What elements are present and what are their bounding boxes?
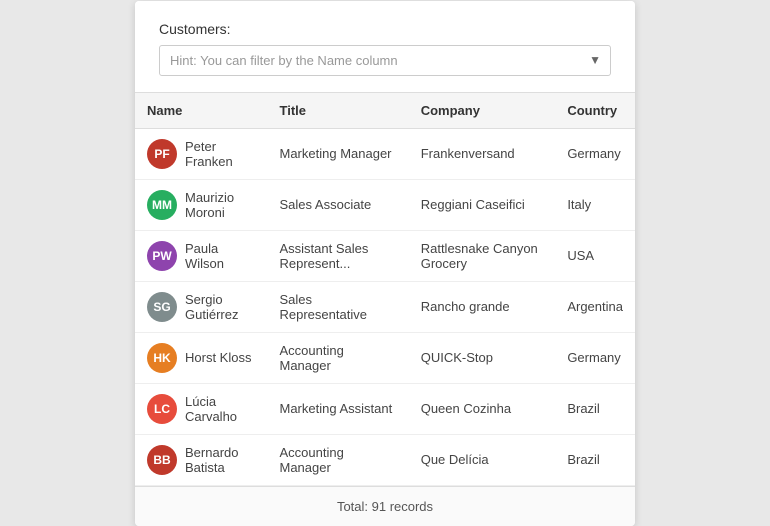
cell-country: Germany [555, 332, 635, 383]
filter-label: Customers: [159, 21, 611, 37]
cell-title: Assistant Sales Represent... [268, 230, 409, 281]
table-row[interactable]: SG Sergio Gutiérrez Sales Representative… [135, 281, 635, 332]
customers-card: Customers: Hint: You can filter by the N… [135, 1, 635, 526]
customer-name: Maurizio Moroni [185, 190, 256, 220]
avatar: HK [147, 343, 177, 373]
filter-section: Customers: Hint: You can filter by the N… [135, 1, 635, 92]
filter-select[interactable]: Hint: You can filter by the Name column [159, 45, 611, 76]
filter-select-wrapper: Hint: You can filter by the Name column … [159, 45, 611, 76]
cell-company: QUICK-Stop [409, 332, 556, 383]
customers-table: Name Title Company Country PF Peter Fran… [135, 92, 635, 486]
cell-country: Argentina [555, 281, 635, 332]
cell-country: USA [555, 230, 635, 281]
cell-title: Sales Associate [268, 179, 409, 230]
col-header-title: Title [268, 92, 409, 128]
total-records: Total: 91 records [337, 499, 433, 514]
customer-name: Sergio Gutiérrez [185, 292, 256, 322]
table-row[interactable]: HK Horst Kloss Accounting ManagerQUICK-S… [135, 332, 635, 383]
cell-title: Marketing Manager [268, 128, 409, 179]
table-header-row: Name Title Company Country [135, 92, 635, 128]
col-header-name: Name [135, 92, 268, 128]
table-footer: Total: 91 records [135, 486, 635, 526]
avatar: PF [147, 139, 177, 169]
cell-title: Accounting Manager [268, 434, 409, 485]
avatar: LC [147, 394, 177, 424]
cell-name: LC Lúcia Carvalho [135, 383, 268, 434]
customer-name: Lúcia Carvalho [185, 394, 256, 424]
cell-name: SG Sergio Gutiérrez [135, 281, 268, 332]
col-header-company: Company [409, 92, 556, 128]
table-row[interactable]: MM Maurizio Moroni Sales AssociateReggia… [135, 179, 635, 230]
avatar: SG [147, 292, 177, 322]
table-row[interactable]: LC Lúcia Carvalho Marketing AssistantQue… [135, 383, 635, 434]
cell-country: Germany [555, 128, 635, 179]
customer-name: Paula Wilson [185, 241, 256, 271]
customer-name: Peter Franken [185, 139, 256, 169]
col-header-country: Country [555, 92, 635, 128]
cell-title: Marketing Assistant [268, 383, 409, 434]
avatar: BB [147, 445, 177, 475]
cell-country: Brazil [555, 383, 635, 434]
table-container: Name Title Company Country PF Peter Fran… [135, 92, 635, 486]
cell-name: MM Maurizio Moroni [135, 179, 268, 230]
cell-title: Accounting Manager [268, 332, 409, 383]
cell-company: Que Delícia [409, 434, 556, 485]
customer-name: Bernardo Batista [185, 445, 256, 475]
avatar: MM [147, 190, 177, 220]
table-row[interactable]: PW Paula Wilson Assistant Sales Represen… [135, 230, 635, 281]
cell-company: Reggiani Caseifici [409, 179, 556, 230]
cell-name: BB Bernardo Batista [135, 434, 268, 485]
avatar: PW [147, 241, 177, 271]
table-row[interactable]: BB Bernardo Batista Accounting ManagerQu… [135, 434, 635, 485]
cell-name: PF Peter Franken [135, 128, 268, 179]
cell-company: Rancho grande [409, 281, 556, 332]
cell-name: PW Paula Wilson [135, 230, 268, 281]
cell-title: Sales Representative [268, 281, 409, 332]
cell-company: Queen Cozinha [409, 383, 556, 434]
cell-company: Frankenversand [409, 128, 556, 179]
cell-name: HK Horst Kloss [135, 332, 268, 383]
cell-company: Rattlesnake Canyon Grocery [409, 230, 556, 281]
table-row[interactable]: PF Peter Franken Marketing ManagerFranke… [135, 128, 635, 179]
customer-name: Horst Kloss [185, 350, 251, 365]
cell-country: Italy [555, 179, 635, 230]
cell-country: Brazil [555, 434, 635, 485]
